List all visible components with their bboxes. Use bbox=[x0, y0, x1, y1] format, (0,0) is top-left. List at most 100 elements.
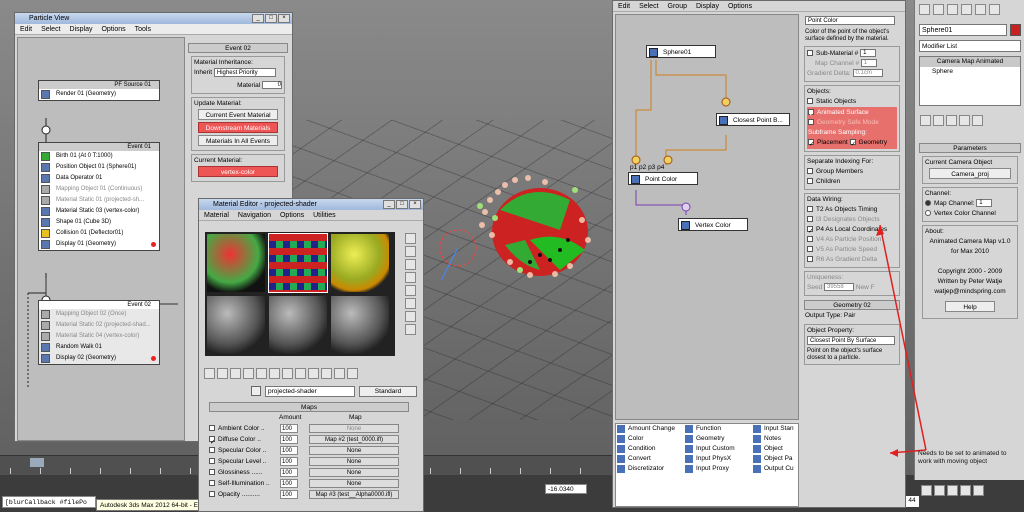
event01-node[interactable]: Event 01 Birth 01 (At 0 T:1000) Position… bbox=[38, 142, 160, 251]
preview-icon[interactable] bbox=[405, 298, 416, 309]
current-event-material-button[interactable]: Current Event Material bbox=[198, 109, 278, 120]
palette-item[interactable]: Input Proxy bbox=[684, 464, 752, 474]
material-spinner[interactable]: 0 bbox=[262, 81, 282, 90]
stack-item[interactable]: Camera Map Animated bbox=[920, 57, 1020, 67]
group-members-checkbox[interactable] bbox=[807, 168, 813, 175]
palette-item[interactable]: Object bbox=[752, 444, 798, 454]
palette-item[interactable]: Amount Change bbox=[616, 424, 684, 434]
menu-options[interactable]: Options bbox=[280, 210, 304, 220]
property-dropdown[interactable]: Point Color bbox=[805, 16, 895, 25]
modify-tab-icon[interactable] bbox=[933, 4, 944, 15]
operator-row[interactable]: Display 02 (Geometry) bbox=[39, 353, 159, 364]
menu-tools[interactable]: Tools bbox=[135, 24, 151, 34]
hierarchy-tab-icon[interactable] bbox=[947, 4, 958, 15]
sample-type-icon[interactable] bbox=[405, 233, 416, 244]
amount-spinner[interactable]: 100 bbox=[280, 424, 298, 433]
utilities-tab-icon[interactable] bbox=[989, 4, 1000, 15]
sample-slot[interactable] bbox=[268, 233, 328, 293]
seed-spinner[interactable]: 39558 bbox=[824, 283, 854, 292]
data-canvas[interactable]: Sphere01 Closest Point B... p1 p2 p3 p4 … bbox=[615, 14, 799, 420]
copy-icon[interactable] bbox=[256, 368, 267, 379]
pin-stack-icon[interactable] bbox=[920, 115, 931, 126]
map-button[interactable]: None bbox=[309, 424, 399, 433]
data-view-window[interactable]: Edit Select Group Display Options Sphere… bbox=[612, 0, 906, 508]
palette-item[interactable]: Discretizator bbox=[616, 464, 684, 474]
map-button[interactable]: None bbox=[309, 468, 399, 477]
menu-navigation[interactable]: Navigation bbox=[238, 210, 271, 220]
map-checkbox[interactable] bbox=[209, 447, 215, 454]
minimize-icon[interactable]: _ bbox=[383, 200, 395, 209]
maximize-icon[interactable]: □ bbox=[396, 200, 408, 209]
rollout-header[interactable]: Parameters bbox=[919, 143, 1021, 153]
remove-modifier-icon[interactable] bbox=[959, 115, 970, 126]
menu-display[interactable]: Display bbox=[696, 1, 719, 11]
minimize-icon[interactable]: _ bbox=[252, 14, 264, 23]
operator-row[interactable]: Display 01 (Geometry) bbox=[39, 239, 159, 250]
amount-spinner[interactable]: 100 bbox=[280, 479, 298, 488]
map-button[interactable]: Map #3 (test__Alpha0000.ifl) bbox=[309, 490, 399, 499]
current-material-button[interactable]: vertex-color bbox=[198, 166, 278, 177]
amount-spinner[interactable]: 100 bbox=[280, 435, 298, 444]
effects-channel-icon[interactable] bbox=[295, 368, 306, 379]
menu-edit[interactable]: Edit bbox=[618, 1, 630, 11]
palette-item[interactable]: Input PhysX bbox=[684, 454, 752, 464]
inherit-dropdown[interactable]: Highest Priority bbox=[213, 68, 276, 77]
operator-row[interactable]: Material Static 02 (projected-shad... bbox=[39, 320, 159, 331]
menu-utilities[interactable]: Utilities bbox=[313, 210, 336, 220]
tiling-icon[interactable] bbox=[405, 272, 416, 283]
unique-icon[interactable] bbox=[269, 368, 280, 379]
map-checkbox[interactable]: ✓ bbox=[209, 436, 215, 446]
wiring-checkbox[interactable] bbox=[807, 246, 813, 253]
show-map-icon[interactable] bbox=[308, 368, 319, 379]
map-button[interactable]: None bbox=[309, 479, 399, 488]
amount-spinner[interactable]: 100 bbox=[280, 457, 298, 466]
vertex-color-node[interactable]: Vertex Color bbox=[678, 218, 748, 231]
menu-material[interactable]: Material bbox=[204, 210, 229, 220]
operator-row[interactable]: Collision 01 (Deflector01) bbox=[39, 228, 159, 239]
library-icon[interactable] bbox=[282, 368, 293, 379]
video-check-icon[interactable] bbox=[405, 285, 416, 296]
create-tab-icon[interactable] bbox=[919, 4, 930, 15]
play-icon[interactable] bbox=[921, 485, 932, 496]
menu-select[interactable]: Select bbox=[639, 1, 658, 11]
wiring-checkbox[interactable]: ✓ bbox=[807, 226, 813, 235]
material-type-button[interactable]: Standard bbox=[359, 386, 417, 397]
operator-row[interactable]: Mapping Object 01 (Continuous) bbox=[39, 184, 159, 195]
children-checkbox[interactable] bbox=[807, 178, 813, 185]
rollout-header[interactable]: Event 02 bbox=[188, 43, 288, 53]
configure-sets-icon[interactable] bbox=[972, 115, 983, 126]
gradient-delta-spinner[interactable]: 0.1cm bbox=[852, 69, 883, 78]
wiring-checkbox[interactable] bbox=[807, 216, 813, 223]
time-slider[interactable] bbox=[30, 458, 44, 467]
playback-controls[interactable] bbox=[920, 484, 1024, 510]
map-checkbox[interactable] bbox=[209, 480, 215, 487]
stack-item[interactable]: Sphere bbox=[920, 67, 1020, 77]
menu-options[interactable]: Options bbox=[101, 24, 125, 34]
material-name-field[interactable]: projected-shader bbox=[265, 386, 355, 397]
maps-header[interactable]: Maps bbox=[209, 402, 409, 412]
palette-item[interactable]: Output Cu bbox=[752, 464, 798, 474]
point-color-node[interactable]: Point Color bbox=[628, 172, 698, 185]
camera-gizmo[interactable] bbox=[409, 220, 490, 341]
palette-item[interactable]: Condition bbox=[616, 444, 684, 454]
sample-slot[interactable] bbox=[206, 295, 266, 355]
sample-slot[interactable] bbox=[206, 233, 266, 293]
show-end-icon[interactable] bbox=[321, 368, 332, 379]
backlight-icon[interactable] bbox=[405, 246, 416, 257]
amount-spinner[interactable]: 100 bbox=[280, 490, 298, 499]
operator-row[interactable]: Mapping Object 02 (Once) bbox=[39, 309, 159, 320]
pan-icon[interactable] bbox=[960, 485, 971, 496]
object-color-swatch[interactable] bbox=[1010, 24, 1021, 36]
help-button[interactable]: Help bbox=[945, 301, 995, 312]
sample-slot[interactable] bbox=[330, 295, 390, 355]
geometry-safe-checkbox[interactable] bbox=[808, 119, 814, 126]
submaterial-spinner[interactable]: 1 bbox=[860, 49, 877, 58]
orbit-icon[interactable] bbox=[973, 485, 984, 496]
go-sibling-icon[interactable] bbox=[347, 368, 358, 379]
map-checkbox[interactable] bbox=[209, 425, 215, 432]
maxscript-listener[interactable]: [blurCallback #filePo bbox=[2, 496, 96, 508]
menu-edit[interactable]: Edit bbox=[20, 24, 32, 34]
placement-checkbox[interactable]: ✓ bbox=[808, 139, 814, 148]
motion-tab-icon[interactable] bbox=[961, 4, 972, 15]
palette-item[interactable]: Object Pa bbox=[752, 454, 798, 464]
